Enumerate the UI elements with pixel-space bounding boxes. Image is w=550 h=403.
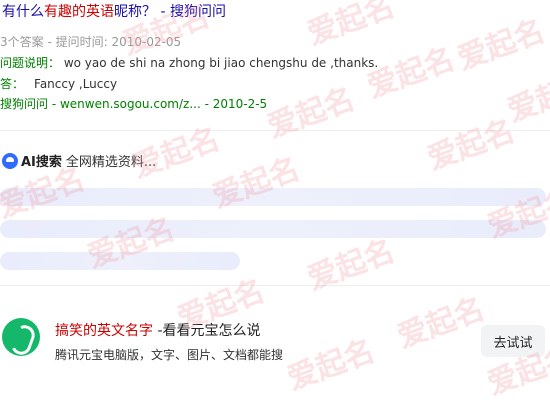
ad-title-highlight[interactable]: 搞笑的英文名字 [55,323,153,339]
divider [0,130,550,131]
ai-search-icon [2,152,18,169]
result-source-link[interactable]: 搜狗问问 - wenwen.sogou.com/z... - 2010-2-5 [0,95,267,112]
result-title-mid[interactable]: 昵称？ [114,4,156,20]
result-title-source[interactable]: - 搜狗问问 [156,4,226,20]
watermark: 爱起名 [262,81,360,146]
loading-placeholder [0,220,546,238]
yuanbao-logo-icon[interactable] [2,318,40,356]
ad-title-rest[interactable]: -看看元宝怎么说 [153,323,260,339]
description-text: wo yao de shi na zhong bi jiao chengshu … [60,56,379,70]
watermark: 爱起名 [502,65,550,130]
result-title-pre[interactable]: 有什么 [2,4,44,20]
result-answer: 答： Fanccy ,Luccy [0,75,117,92]
answer-text: Fanccy ,Luccy [34,77,118,91]
ad-title-link[interactable]: 搞笑的英文名字 -看看元宝怎么说 [55,320,261,340]
ai-search-bar[interactable]: AI搜索 全网精选资料... [2,151,156,170]
watermark: 爱起名 [422,113,520,178]
ai-search-status: 全网精选资料... [65,155,157,170]
watermark: 爱起名 [127,121,225,186]
loading-placeholder [0,252,240,270]
answer-label: 答： [0,77,25,91]
result-title-link[interactable]: 有什么有趣的英语昵称？ - 搜狗问问 [2,3,226,21]
search-results-page: 有什么有趣的英语昵称？ - 搜狗问问 3个答案 - 提问时间: 2010-02-… [0,0,550,402]
watermark: 爱起名 [452,13,550,78]
loading-placeholder [0,188,546,206]
result-title-highlight[interactable]: 有趣的英语 [44,4,114,20]
result-description: 问题说明： wo yao de shi na zhong bi jiao che… [0,54,378,71]
watermark: 爱起名 [302,0,400,53]
try-it-button[interactable]: 去试试 [481,325,545,357]
watermark: 爱起名 [282,333,380,398]
result-meta: 3个答案 - 提问时间: 2010-02-05 [0,35,182,49]
watermark: 爱起名 [392,291,490,356]
divider [0,285,550,286]
ad-subtitle: 腾讯元宝电脑版，文字、图片、文档都能搜 [55,348,284,362]
ai-search-label: AI搜索 [21,155,62,170]
description-label: 问题说明： [0,56,61,70]
